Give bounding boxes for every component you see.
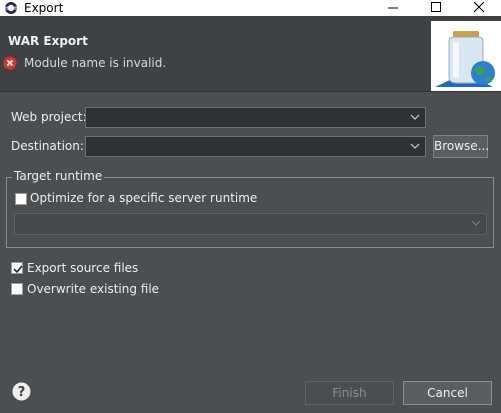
chevron-down-icon	[410, 143, 420, 149]
checkmark-icon	[13, 265, 23, 274]
page-title: WAR Export	[8, 34, 88, 48]
svg-text:?: ?	[18, 385, 26, 400]
chevron-down-icon	[410, 114, 420, 120]
destination-label: Destination:	[11, 139, 84, 153]
window-title: Export	[24, 1, 64, 15]
wizard-banner-image	[431, 21, 501, 91]
web-project-label: Web project:	[11, 110, 87, 124]
maximize-button[interactable]	[419, 0, 453, 16]
maximize-icon	[431, 2, 441, 12]
close-button[interactable]	[462, 0, 496, 16]
optimize-checkbox[interactable]	[15, 193, 27, 205]
target-runtime-label: Target runtime	[12, 169, 105, 183]
eclipse-app-icon	[5, 2, 17, 14]
error-icon	[3, 56, 17, 70]
title-bar: Export	[0, 0, 501, 16]
chevron-down-icon	[471, 220, 481, 226]
jar-globe-icon	[431, 21, 501, 91]
overwrite-label: Overwrite existing file	[27, 282, 160, 296]
web-project-combo[interactable]	[85, 107, 426, 128]
browse-button[interactable]: Browse...	[433, 135, 489, 158]
optimize-label: Optimize for a specific server runtime	[30, 191, 258, 205]
destination-combo[interactable]	[85, 136, 426, 157]
minimize-button[interactable]	[376, 0, 410, 16]
finish-button[interactable]: Finish	[305, 381, 394, 405]
overwrite-checkbox[interactable]	[11, 283, 23, 295]
runtime-combo	[14, 213, 487, 235]
error-message: Module name is invalid.	[24, 56, 167, 70]
export-source-checkbox[interactable]	[11, 262, 23, 274]
cancel-button[interactable]: Cancel	[403, 381, 492, 405]
close-icon	[473, 1, 485, 13]
export-source-label: Export source files	[27, 261, 139, 275]
minimize-icon	[388, 7, 398, 9]
wizard-header: WAR Export Module name is invalid.	[0, 16, 501, 92]
help-icon[interactable]: ?	[12, 382, 31, 401]
